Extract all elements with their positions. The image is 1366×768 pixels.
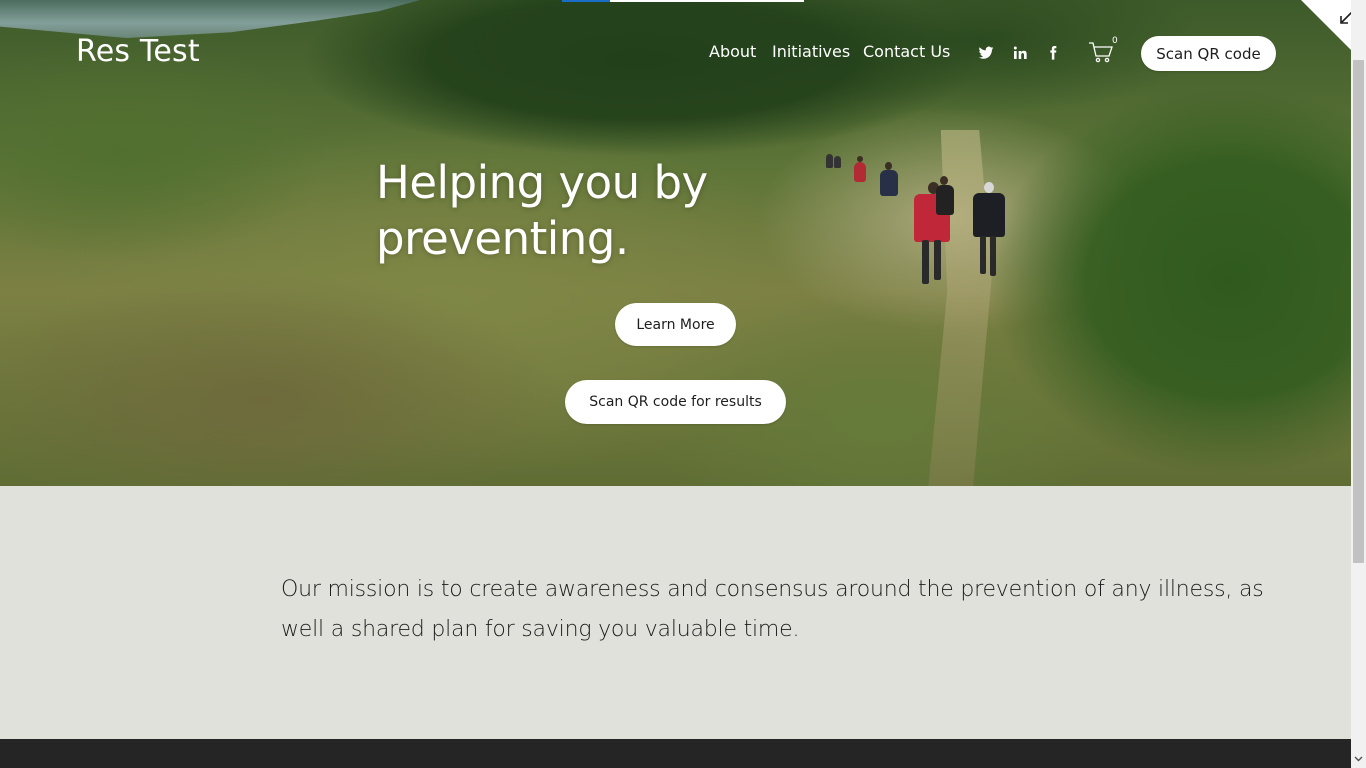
mission-statement: Our mission is to create awareness and c… bbox=[281, 577, 1264, 642]
hero-background-trail bbox=[928, 130, 992, 486]
twitter-icon[interactable] bbox=[977, 44, 995, 62]
nav-link-initiatives[interactable]: Initiatives bbox=[772, 42, 850, 61]
scan-qr-results-button[interactable]: Scan QR code for results bbox=[565, 380, 786, 424]
facebook-icon[interactable] bbox=[1044, 44, 1062, 62]
hiker-figure bbox=[878, 162, 900, 200]
cart-count-badge: 0 bbox=[1112, 36, 1118, 46]
hiker-figure bbox=[826, 150, 842, 172]
hiker-figure bbox=[934, 176, 956, 236]
scrollbar-thumb[interactable] bbox=[1353, 60, 1364, 563]
learn-more-button[interactable]: Learn More bbox=[615, 303, 736, 346]
hiker-figure bbox=[853, 156, 867, 186]
top-progress-bar-fill bbox=[562, 0, 610, 2]
mission-section: Our mission is to create awareness and c… bbox=[0, 486, 1351, 739]
nav-link-contact-us[interactable]: Contact Us bbox=[863, 42, 950, 61]
hiker-figure bbox=[970, 182, 1008, 282]
hero-headline-line2: preventing. bbox=[376, 212, 629, 265]
nav-link-about[interactable]: About bbox=[709, 42, 756, 61]
scroll-down-arrow-icon[interactable] bbox=[1354, 754, 1363, 763]
hero-section: Res Test About Initiatives Contact Us 0 … bbox=[0, 0, 1351, 486]
linkedin-icon[interactable] bbox=[1011, 44, 1029, 62]
hero-background-lake bbox=[0, 0, 420, 38]
top-progress-bar bbox=[562, 0, 804, 2]
scan-qr-code-button[interactable]: Scan QR code bbox=[1141, 36, 1276, 71]
hero-headline: Helping you by preventing. bbox=[376, 155, 796, 267]
page-viewport: Res Test About Initiatives Contact Us 0 … bbox=[0, 0, 1351, 768]
hero-headline-line1: Helping you by bbox=[376, 156, 708, 209]
footer-section bbox=[0, 739, 1351, 768]
site-logo[interactable]: Res Test bbox=[76, 34, 200, 69]
